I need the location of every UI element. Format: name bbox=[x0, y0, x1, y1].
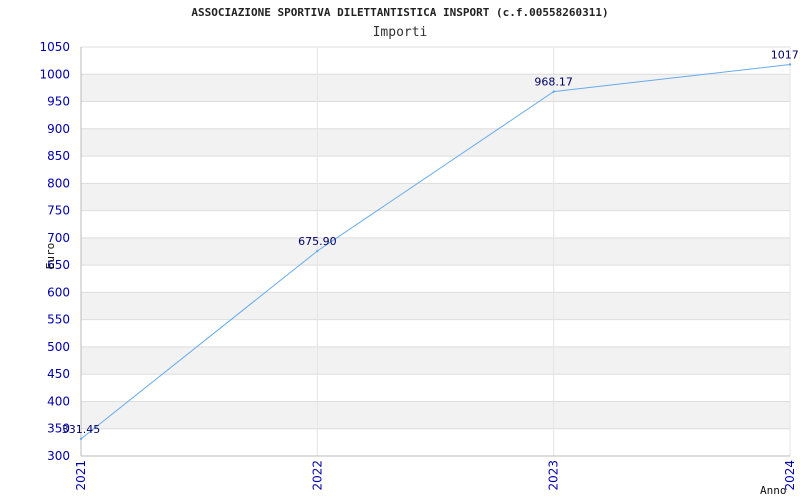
data-label: 1017.9 bbox=[771, 49, 800, 62]
data-label: 331.45 bbox=[62, 423, 101, 436]
y-axis-label: Euro bbox=[44, 243, 57, 270]
x-axis-label: Anno bbox=[760, 484, 787, 497]
x-tick-label: 2022 bbox=[310, 460, 324, 491]
data-point bbox=[79, 437, 83, 441]
y-tick-label: 900 bbox=[47, 122, 70, 136]
grid-band bbox=[81, 292, 790, 320]
grid-band bbox=[81, 128, 790, 157]
x-tick-label: 2023 bbox=[547, 460, 561, 491]
grid-band bbox=[81, 183, 790, 211]
y-tick-label: 600 bbox=[47, 285, 70, 299]
y-tick-label: 300 bbox=[47, 449, 70, 463]
y-tick-label: 850 bbox=[47, 149, 70, 163]
x-tick-labels: 2021 2022 2023 2024 bbox=[74, 460, 797, 491]
y-tick-label: 450 bbox=[47, 367, 70, 381]
grid-band bbox=[81, 346, 790, 375]
y-tick-label: 1050 bbox=[39, 40, 70, 54]
y-tick-label: 400 bbox=[47, 394, 70, 408]
y-tick-label: 550 bbox=[47, 313, 70, 327]
line-chart: 3003504004505005506006507007508008509009… bbox=[39, 40, 800, 497]
y-tick-label: 750 bbox=[47, 204, 70, 218]
grid-bands bbox=[81, 74, 790, 429]
x-tick-label: 2021 bbox=[74, 460, 88, 491]
data-label: 675.90 bbox=[298, 235, 337, 248]
data-point bbox=[316, 249, 319, 253]
data-label: 968.17 bbox=[534, 76, 573, 89]
grid-band bbox=[81, 237, 790, 266]
y-tick-label: 500 bbox=[47, 340, 70, 354]
data-point bbox=[788, 63, 792, 66]
y-tick-label: 950 bbox=[47, 95, 70, 109]
y-tick-label: 1000 bbox=[39, 67, 70, 81]
grid-band bbox=[81, 401, 790, 429]
grid-band bbox=[81, 74, 790, 102]
y-tick-label: 800 bbox=[47, 176, 70, 190]
data-point bbox=[552, 90, 555, 93]
